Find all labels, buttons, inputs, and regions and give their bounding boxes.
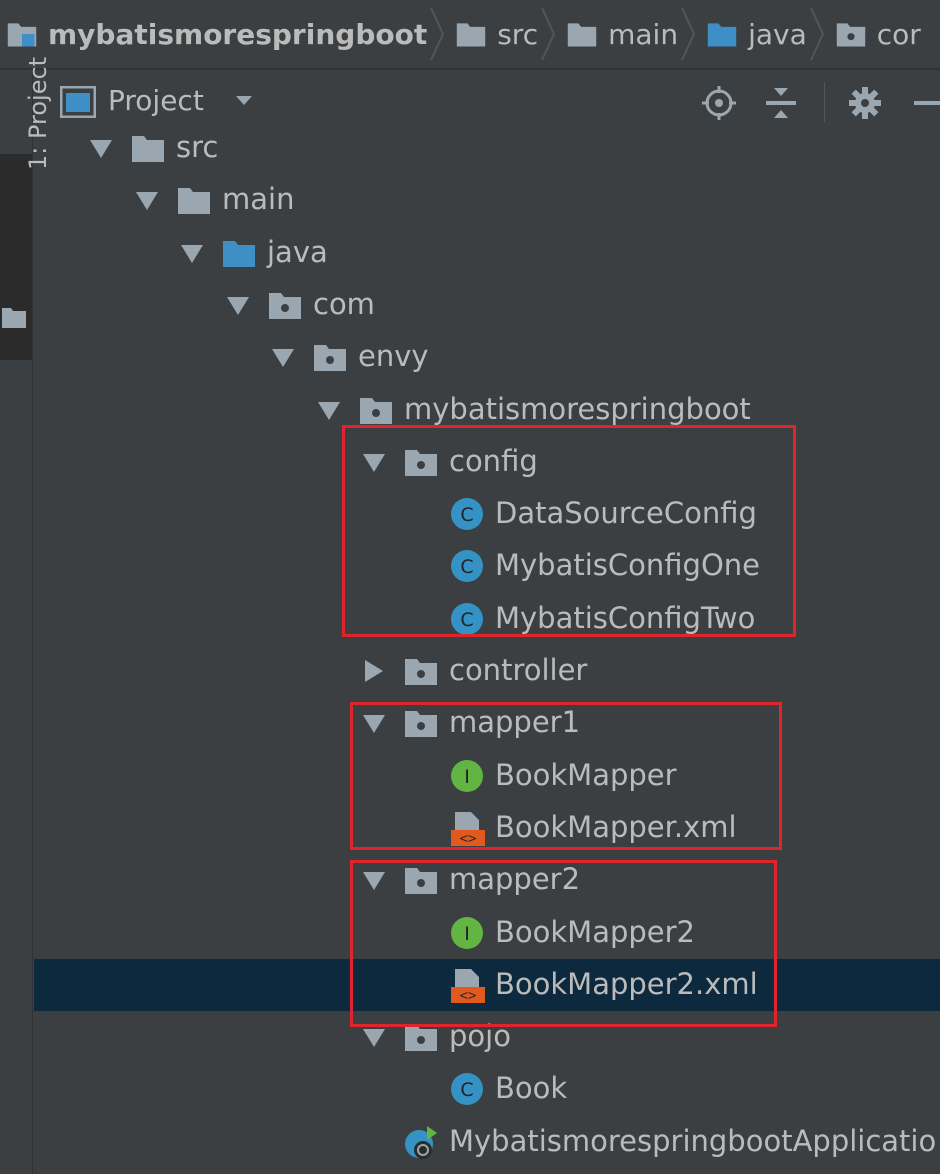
panel-title[interactable]: Project: [108, 84, 204, 117]
folder-icon: [178, 188, 210, 214]
folder-icon: [456, 23, 486, 47]
spring-boot-app-icon: [405, 1126, 437, 1159]
tree-node-label: controller: [449, 653, 588, 687]
chevron-down-icon[interactable]: [316, 398, 342, 422]
tree-node-book[interactable]: C Book: [34, 1063, 940, 1115]
highlight-box-mapper1: [350, 702, 782, 850]
project-window-icon: [60, 86, 96, 118]
breadcrumb-separator-icon: [681, 7, 696, 61]
tree-node-envy[interactable]: envy: [34, 331, 940, 383]
minimize-icon[interactable]: [912, 86, 940, 120]
tree-node-src[interactable]: src: [34, 122, 940, 174]
breadcrumb: mybatismorespringboot src main java cor: [0, 0, 940, 70]
package-icon: [836, 23, 865, 47]
chevron-down-icon[interactable]: [179, 241, 205, 265]
package-icon: [314, 345, 346, 371]
breadcrumb-label: java: [748, 17, 807, 51]
chevron-down-icon[interactable]: [361, 1025, 387, 1049]
breadcrumb-item-src[interactable]: src: [449, 0, 538, 68]
chevron-down-icon[interactable]: [234, 94, 254, 108]
chevron-down-icon[interactable]: [225, 293, 251, 317]
class-icon: C: [451, 1073, 483, 1105]
tree-node-controller[interactable]: controller: [34, 645, 940, 697]
folder-icon: [2, 308, 26, 328]
tree-node-mybatismorespringbootapplicatio[interactable]: MybatismorespringbootApplicatio: [34, 1116, 940, 1168]
tree-node-label: main: [222, 182, 295, 216]
breadcrumb-separator-icon: [809, 7, 824, 61]
tool-tab-project[interactable]: [0, 154, 32, 360]
folder-icon: [132, 136, 164, 162]
highlight-box-mapper2: [350, 860, 777, 1027]
breadcrumb-item-cor[interactable]: cor: [829, 0, 921, 68]
tree-node-com[interactable]: com: [34, 279, 940, 331]
source-folder-icon: [223, 241, 255, 267]
package-icon: [360, 398, 392, 424]
tool-window-strip: 1: Project: [0, 57, 52, 1174]
highlight-box-config: [342, 425, 796, 637]
breadcrumb-item-java[interactable]: java: [700, 0, 807, 68]
source-folder-icon: [707, 23, 737, 47]
tree-node-label: MybatismorespringbootApplicatio: [449, 1124, 937, 1158]
tree-node-label: envy: [358, 339, 429, 373]
gear-icon[interactable]: [848, 86, 882, 120]
breadcrumb-item-mybatismorespringboot[interactable]: mybatismorespringboot: [0, 0, 427, 68]
breadcrumb-label: mybatismorespringboot: [48, 17, 428, 51]
header-divider: [824, 82, 825, 122]
folder-icon: [567, 23, 597, 47]
package-icon: [405, 659, 437, 685]
breadcrumb-separator-icon: [430, 7, 445, 61]
breadcrumb-item-main[interactable]: main: [560, 0, 678, 68]
tree-node-label: src: [176, 130, 219, 164]
chevron-down-icon[interactable]: [88, 136, 114, 160]
package-icon: [269, 293, 301, 319]
locate-icon[interactable]: [702, 86, 736, 120]
breadcrumb-label: cor: [876, 17, 921, 51]
tree-node-java[interactable]: java: [34, 227, 940, 279]
breadcrumb-label: src: [497, 17, 539, 51]
breadcrumb-label: main: [608, 17, 679, 51]
tree-node-label: com: [313, 287, 375, 321]
tree-node-label: java: [267, 235, 328, 269]
svg-text:C: C: [460, 1079, 473, 1101]
chevron-right-icon[interactable]: [361, 659, 387, 683]
chevron-down-icon[interactable]: [270, 345, 296, 369]
tree-node-label: Book: [495, 1071, 568, 1105]
tree-node-label: mybatismorespringboot: [404, 392, 751, 426]
breadcrumb-separator-icon: [541, 7, 556, 61]
chevron-down-icon[interactable]: [134, 188, 160, 212]
collapse-all-icon[interactable]: [764, 86, 798, 120]
tree-node-main[interactable]: main: [34, 174, 940, 226]
